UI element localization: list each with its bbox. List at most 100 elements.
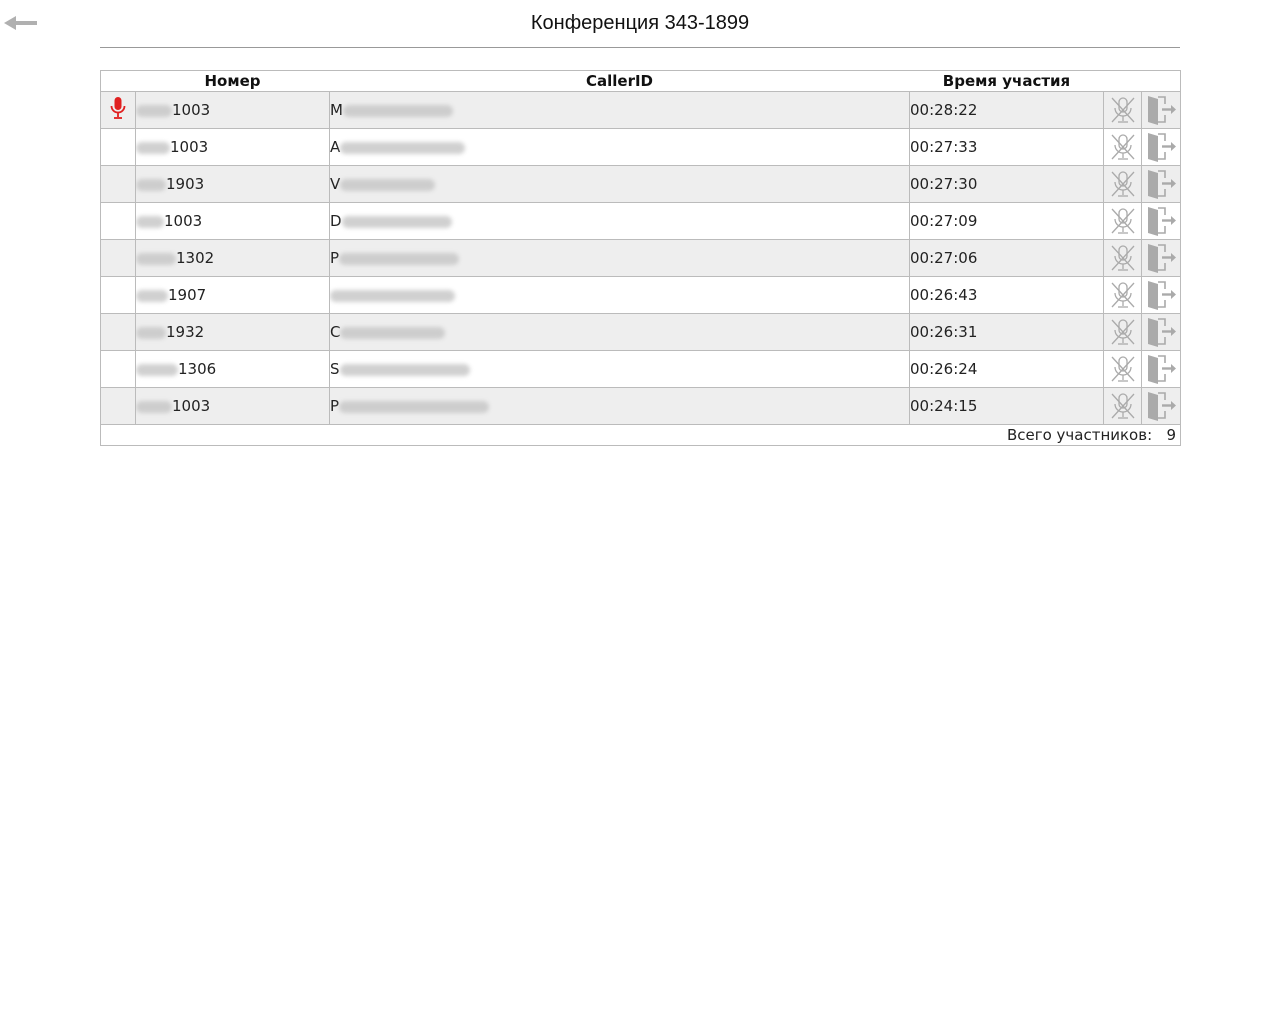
redacted-blur <box>136 289 168 302</box>
mute-button[interactable] <box>1103 276 1142 314</box>
table-row: 1003 M 00:28:22 <box>100 91 1181 129</box>
table-row: 1003 A 00:27:33 <box>100 128 1181 166</box>
participant-time: 00:27:09 <box>909 202 1104 240</box>
participant-time: 00:26:31 <box>909 313 1104 351</box>
participant-time: 00:24:15 <box>909 387 1104 425</box>
number-text: 1003 <box>172 101 211 119</box>
participant-callerid: P <box>329 239 910 277</box>
mute-button[interactable] <box>1103 128 1142 166</box>
redacted-blur <box>136 400 172 413</box>
mute-button[interactable] <box>1103 350 1142 388</box>
participant-time: 00:27:30 <box>909 165 1104 203</box>
number-text: 1907 <box>168 286 207 304</box>
participant-time: 00:26:43 <box>909 276 1104 314</box>
total-label: Всего участников: <box>1006 426 1153 444</box>
table-footer: Всего участников: 9 <box>100 424 1181 446</box>
redacted-blur <box>136 363 178 376</box>
participant-number: 1003 <box>135 387 330 425</box>
participant-number: 1302 <box>135 239 330 277</box>
participants-table: Номер CallerID Время участия 1003 M 00:28:… <box>100 70 1181 446</box>
kick-button[interactable] <box>1141 202 1181 240</box>
participant-callerid: C <box>329 313 910 351</box>
mute-button[interactable] <box>1103 202 1142 240</box>
kick-button[interactable] <box>1141 313 1181 351</box>
participant-number: 1003 <box>135 128 330 166</box>
mute-button[interactable] <box>1103 165 1142 203</box>
kick-button[interactable] <box>1141 91 1181 129</box>
participants-total: Всего участников: 9 <box>100 424 1181 446</box>
page-title: Конференция 343-1899 <box>530 12 750 34</box>
exit-door-icon <box>1143 316 1180 348</box>
participant-time: 00:27:33 <box>909 128 1104 166</box>
kick-button[interactable] <box>1141 387 1181 425</box>
microphone-muted-icon <box>1105 280 1141 310</box>
microphone-muted-icon <box>1105 95 1141 125</box>
speaking-indicator <box>100 350 136 388</box>
participant-callerid: D <box>329 202 910 240</box>
callerid-text: P <box>330 397 340 415</box>
table-row: 1907 00:26:43 <box>100 276 1181 314</box>
header-callerid: CallerID <box>329 70 910 92</box>
kick-button[interactable] <box>1141 165 1181 203</box>
participant-callerid <box>329 276 910 314</box>
speaking-indicator <box>100 387 136 425</box>
callerid-text: S <box>330 360 340 378</box>
mute-button[interactable] <box>1103 91 1142 129</box>
participant-callerid: P <box>329 387 910 425</box>
participant-callerid: S <box>329 350 910 388</box>
mute-button[interactable] <box>1103 313 1142 351</box>
redacted-blur <box>136 215 164 228</box>
table-header: Номер CallerID Время участия <box>100 70 1181 92</box>
redacted-blur <box>339 400 490 413</box>
table-row: 1003 D 00:27:09 <box>100 202 1181 240</box>
participant-number: 1932 <box>135 313 330 351</box>
table-row: 1003 P 00:24:15 <box>100 387 1181 425</box>
exit-door-icon <box>1143 94 1180 126</box>
kick-button[interactable] <box>1141 350 1181 388</box>
microphone-muted-icon <box>1105 243 1141 273</box>
microphone-muted-icon <box>1105 132 1141 162</box>
table-row: 1903 V 00:27:30 <box>100 165 1181 203</box>
microphone-muted-icon <box>1105 354 1141 384</box>
redacted-blur <box>136 178 166 191</box>
redacted-blur <box>339 252 460 265</box>
participant-callerid: V <box>329 165 910 203</box>
redacted-blur <box>340 326 446 339</box>
microphone-muted-icon <box>1105 317 1141 347</box>
number-text: 1302 <box>176 249 215 267</box>
redacted-blur <box>341 215 452 228</box>
kick-button[interactable] <box>1141 239 1181 277</box>
kick-button[interactable] <box>1141 128 1181 166</box>
header-spacer <box>100 70 136 92</box>
participant-time: 00:28:22 <box>909 91 1104 129</box>
redacted-blur <box>136 252 176 265</box>
redacted-blur <box>342 104 453 117</box>
number-text: 1003 <box>170 138 209 156</box>
microphone-muted-icon <box>1105 391 1141 421</box>
number-text: 1003 <box>172 397 211 415</box>
table-row: 1302 P 00:27:06 <box>100 239 1181 277</box>
header-spacer <box>1141 70 1181 92</box>
total-count: 9 <box>1166 426 1176 444</box>
table-row: 1306 S 00:26:24 <box>100 350 1181 388</box>
title-divider <box>100 47 1180 48</box>
redacted-blur <box>340 178 436 191</box>
participant-number: 1003 <box>135 202 330 240</box>
mute-button[interactable] <box>1103 387 1142 425</box>
participant-time: 00:27:06 <box>909 239 1104 277</box>
mute-button[interactable] <box>1103 239 1142 277</box>
table-row: 1932 C 00:26:31 <box>100 313 1181 351</box>
exit-door-icon <box>1143 168 1180 200</box>
speaking-indicator <box>100 128 136 166</box>
header-time: Время участия <box>909 70 1104 92</box>
participant-time: 00:26:24 <box>909 350 1104 388</box>
speaking-indicator <box>100 276 136 314</box>
kick-button[interactable] <box>1141 276 1181 314</box>
exit-door-icon <box>1143 205 1180 237</box>
number-text: 1003 <box>164 212 203 230</box>
microphone-muted-icon <box>1105 169 1141 199</box>
participant-number: 1003 <box>135 91 330 129</box>
callerid-text: V <box>330 175 341 193</box>
speaking-indicator <box>100 239 136 277</box>
speaking-indicator <box>100 91 136 129</box>
